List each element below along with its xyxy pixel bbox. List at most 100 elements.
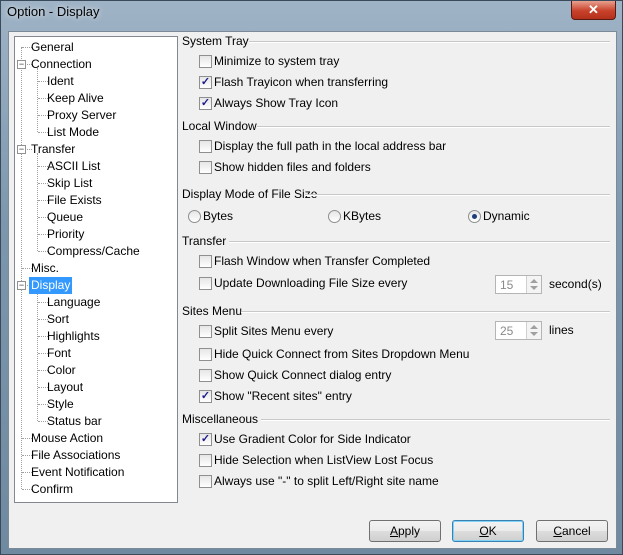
cancel-label: ancel <box>561 524 591 538</box>
always-show-tray-icon-checkbox[interactable]: ✓ <box>199 97 212 110</box>
bytes-label: Bytes <box>203 209 234 223</box>
window-title: Option - Display <box>7 4 100 19</box>
group-local-window-title: Local Window <box>182 119 257 133</box>
tree-item-confirm[interactable]: Confirm <box>29 481 75 498</box>
flash-trayicon-checkbox[interactable]: ✓ <box>199 76 212 89</box>
group-file-size-title: Display Mode of File Size <box>182 187 318 201</box>
options-tree[interactable]: General − Connection Ident Keep Alive Proxy S… <box>14 36 178 503</box>
spinner-arrows[interactable] <box>526 276 541 293</box>
recent-sites-label: Show "Recent sites" entry <box>214 389 352 403</box>
tree-item-display[interactable]: Display <box>29 277 73 294</box>
spin-down-icon[interactable] <box>530 286 538 290</box>
ok-button[interactable]: OK <box>452 520 524 542</box>
group-divider <box>305 194 610 196</box>
tree-item-file-exists[interactable]: File Exists <box>45 192 104 209</box>
update-size-checkbox[interactable] <box>199 277 212 290</box>
group-system-tray-title: System Tray <box>182 34 249 48</box>
kbytes-label: KBytes <box>343 209 382 223</box>
close-button[interactable]: ✕ <box>571 1 616 20</box>
title-bar[interactable]: Option - Display ✕ <box>1 1 622 25</box>
tree-item-file-associations[interactable]: File Associations <box>29 447 122 464</box>
tree-item-list-mode[interactable]: List Mode <box>45 124 101 141</box>
tree-item-connection[interactable]: Connection <box>29 56 94 73</box>
collapse-icon[interactable]: − <box>17 145 26 154</box>
flash-trayicon-label: Flash Trayicon when transferring <box>214 75 389 89</box>
group-divider <box>249 41 610 43</box>
gradient-color-checkbox[interactable]: ✓ <box>199 433 212 446</box>
tree-item-event-notification[interactable]: Event Notification <box>29 464 126 481</box>
dash-split-checkbox[interactable] <box>199 475 212 488</box>
spinner-arrows[interactable] <box>526 322 541 339</box>
show-hidden-checkbox[interactable] <box>199 161 212 174</box>
spin-up-icon[interactable] <box>530 325 538 329</box>
update-seconds-spinner[interactable]: 15 <box>495 275 542 294</box>
group-divider <box>241 311 610 313</box>
tree-item-layout[interactable]: Layout <box>45 379 85 396</box>
tree-item-priority[interactable]: Priority <box>45 226 86 243</box>
tree-connector <box>37 289 38 421</box>
ok-mnemonic: O <box>479 524 489 538</box>
dash-split-label: Always use "-" to split Left/Right site … <box>214 474 439 488</box>
update-size-label: Update Downloading File Size every <box>214 276 408 290</box>
checkmark-icon: ✓ <box>200 390 211 402</box>
collapse-icon[interactable]: − <box>17 281 26 290</box>
flash-window-checkbox[interactable] <box>199 255 212 268</box>
checkmark-icon: ✓ <box>200 76 211 88</box>
cancel-button[interactable]: Cancel <box>536 520 608 542</box>
bytes-radio[interactable] <box>188 210 201 223</box>
tree-item-status-bar[interactable]: Status bar <box>45 413 104 430</box>
checkmark-icon: ✓ <box>200 433 211 445</box>
split-lines-spinner[interactable]: 25 <box>495 321 542 340</box>
apply-label: pply <box>398 524 421 538</box>
split-sites-checkbox[interactable] <box>199 325 212 338</box>
tree-item-transfer[interactable]: Transfer <box>29 141 77 158</box>
flash-window-label: Flash Window when Transfer Completed <box>214 254 431 268</box>
hide-selection-checkbox[interactable] <box>199 454 212 467</box>
show-quick-connect-checkbox[interactable] <box>199 369 212 382</box>
tree-item-font[interactable]: Font <box>45 345 73 362</box>
spin-down-icon[interactable] <box>530 332 538 336</box>
tree-item-queue[interactable]: Queue <box>45 209 85 226</box>
checkmark-icon: ✓ <box>200 97 211 109</box>
tree-item-color[interactable]: Color <box>45 362 78 379</box>
tree-connector <box>37 153 38 251</box>
always-show-tray-icon-label: Always Show Tray Icon <box>214 96 339 110</box>
full-path-checkbox[interactable] <box>199 140 212 153</box>
split-lines-value: 25 <box>500 324 514 338</box>
tree-item-general[interactable]: General <box>29 39 76 56</box>
group-divider <box>229 241 610 243</box>
dynamic-radio[interactable] <box>468 210 481 223</box>
tree-item-style[interactable]: Style <box>45 396 76 413</box>
tree-item-highlights[interactable]: Highlights <box>45 328 102 345</box>
group-misc-title: Miscellaneous <box>182 412 259 426</box>
tree-item-proxy-server[interactable]: Proxy Server <box>45 107 118 124</box>
group-divider <box>261 419 610 421</box>
apply-button[interactable]: Apply <box>369 520 441 542</box>
ok-label: K <box>488 524 497 538</box>
tree-item-language[interactable]: Language <box>45 294 102 311</box>
hide-quick-connect-label: Hide Quick Connect from Sites Dropdown M… <box>214 347 470 361</box>
tree-item-mouse-action[interactable]: Mouse Action <box>29 430 105 447</box>
dynamic-label: Dynamic <box>483 209 530 223</box>
hide-quick-connect-checkbox[interactable] <box>199 348 212 361</box>
tree-item-sort[interactable]: Sort <box>45 311 71 328</box>
kbytes-radio[interactable] <box>328 210 341 223</box>
minimize-to-tray-label: Minimize to system tray <box>214 54 340 68</box>
collapse-icon[interactable]: − <box>17 60 26 69</box>
spin-up-icon[interactable] <box>530 279 538 283</box>
split-sites-label: Split Sites Menu every <box>214 324 334 338</box>
tree-item-compress-cache[interactable]: Compress/Cache <box>45 243 142 260</box>
tree-item-ident[interactable]: Ident <box>45 73 76 90</box>
recent-sites-checkbox[interactable]: ✓ <box>199 390 212 403</box>
tree-item-skip-list[interactable]: Skip List <box>45 175 94 192</box>
tree-item-misc[interactable]: Misc. <box>29 260 61 277</box>
tree-item-ascii-list[interactable]: ASCII List <box>45 158 102 175</box>
minimize-to-tray-checkbox[interactable] <box>199 55 212 68</box>
radio-dot-icon <box>472 214 477 219</box>
apply-mnemonic: A <box>389 524 398 538</box>
group-transfer-title: Transfer <box>182 234 227 248</box>
show-hidden-label: Show hidden files and folders <box>214 160 371 174</box>
tree-item-keep-alive[interactable]: Keep Alive <box>45 90 106 107</box>
show-quick-connect-label: Show Quick Connect dialog entry <box>214 368 392 382</box>
update-seconds-unit: second(s) <box>549 277 602 291</box>
